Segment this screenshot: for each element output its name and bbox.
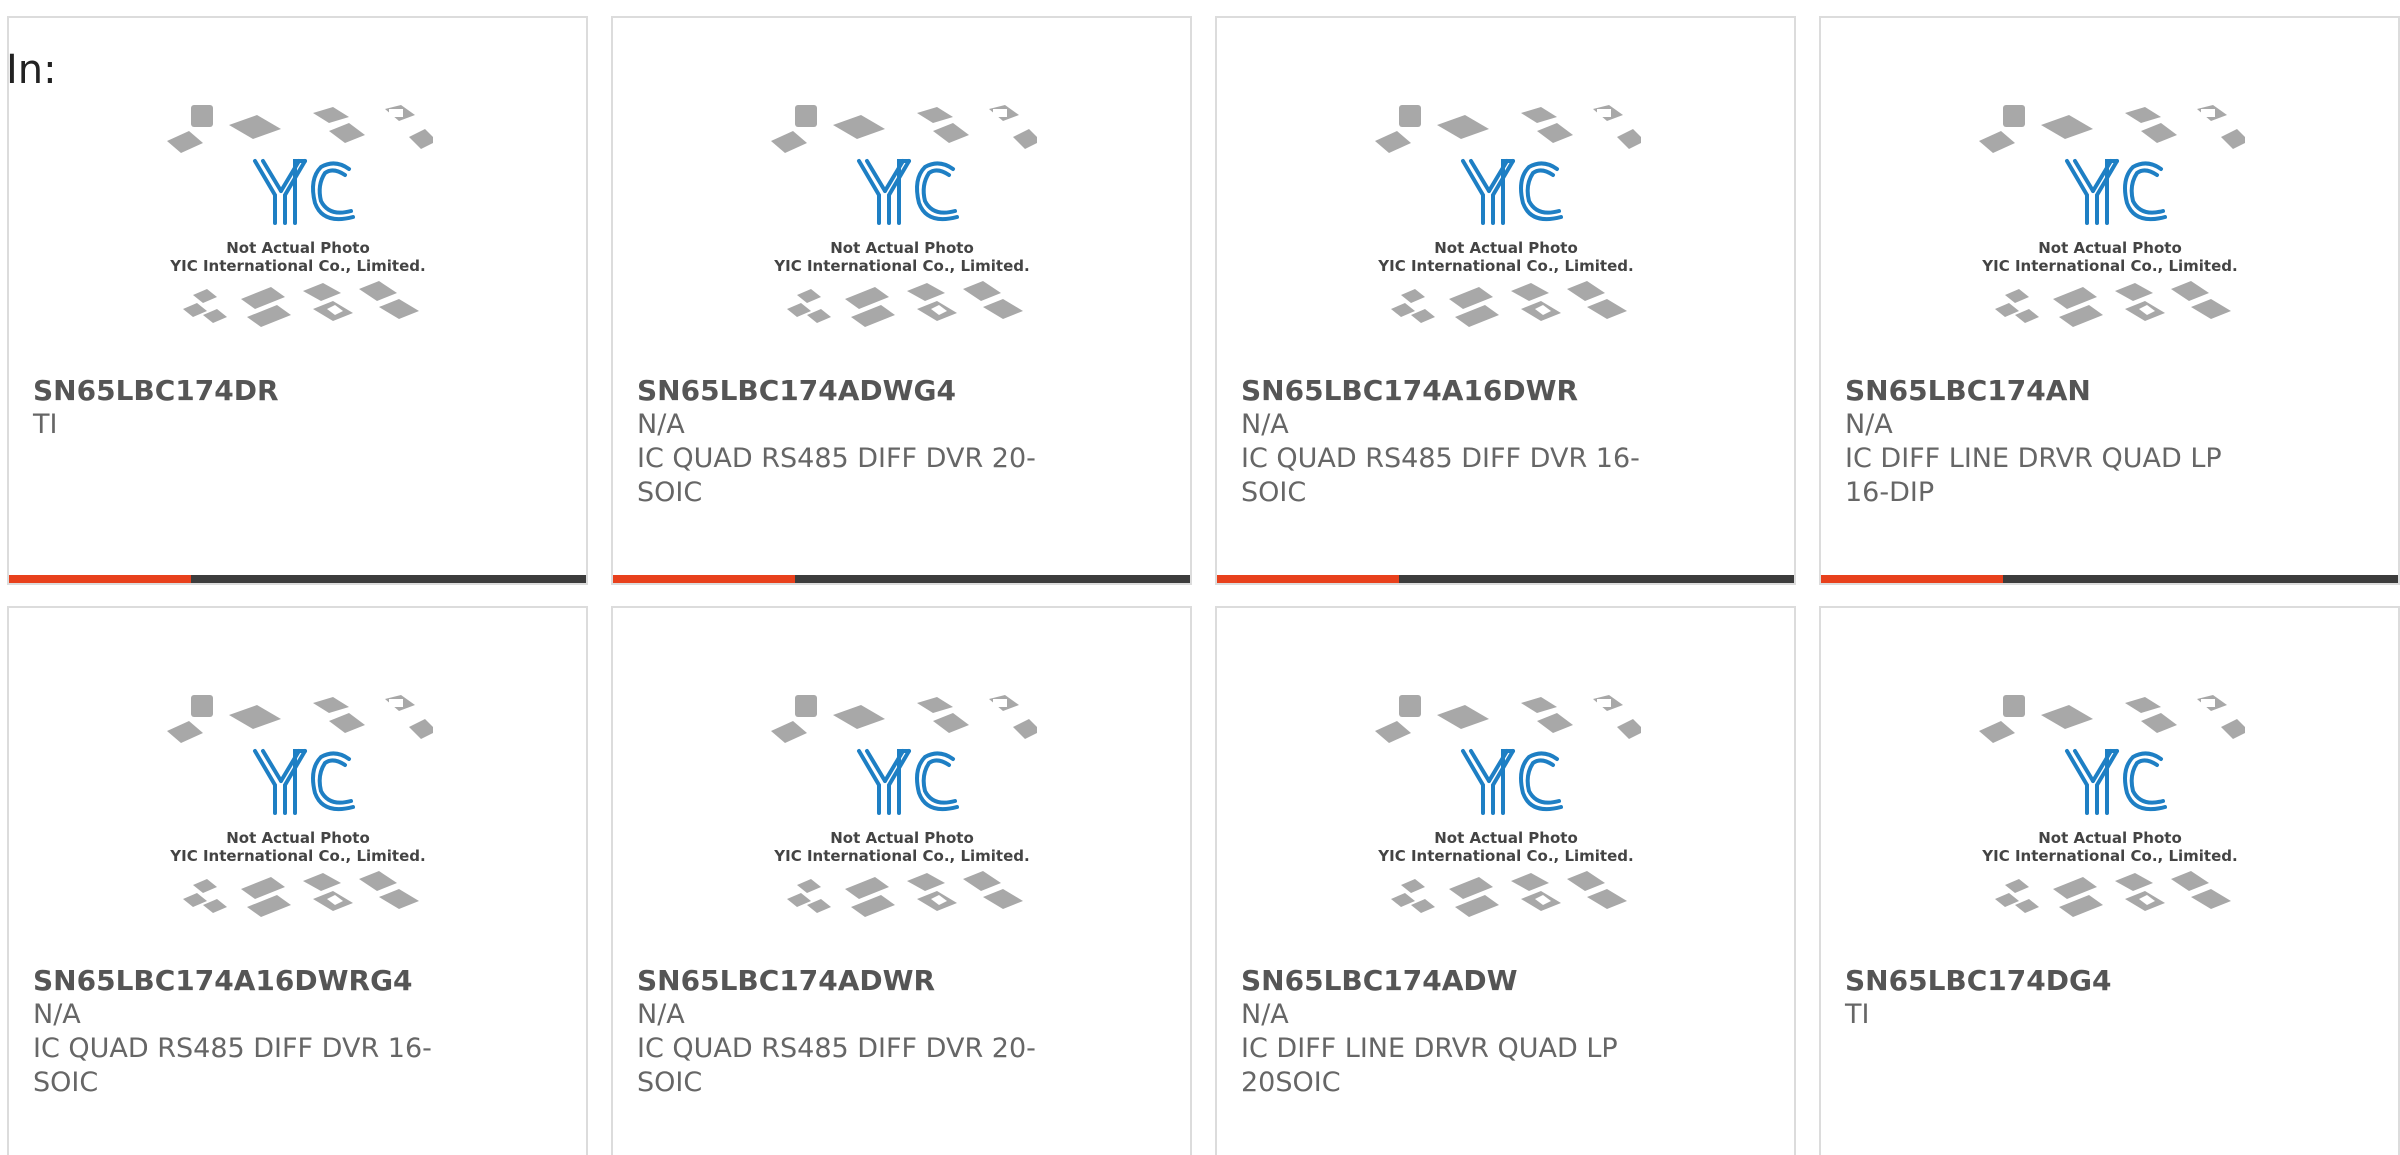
placeholder-product-image: Not Actual Photo YIC International Co., …	[1978, 695, 2245, 917]
product-card[interactable]: Not Actual Photo YIC International Co., …	[1819, 606, 2400, 1155]
placeholder-caption-1: Not Actual Photo	[226, 829, 370, 847]
placeholder-caption-2: YIC International Co., Limited.	[169, 847, 425, 865]
placeholder-caption-1: Not Actual Photo	[830, 829, 974, 847]
placeholder-product-image: Not Actual Photo YIC International Co., …	[1978, 105, 2245, 327]
placeholder-product-image: Not Actual Photo YIC International Co., …	[166, 695, 433, 917]
product-card[interactable]: Not Actual Photo YIC International Co., …	[611, 16, 1192, 585]
placeholder-product-image: Not Actual Photo YIC International Co., …	[770, 105, 1037, 327]
card-footer-bar	[613, 575, 1190, 583]
part-number[interactable]: SN65LBC174A16DWR	[1241, 374, 1641, 408]
product-thumbnail[interactable]: Not Actual Photo YIC International Co., …	[1821, 693, 2398, 953]
part-number[interactable]: SN65LBC174DG4	[1845, 964, 2245, 998]
part-number[interactable]: SN65LBC174A16DWRG4	[33, 964, 433, 998]
part-number[interactable]: SN65LBC174ADW	[1241, 964, 1641, 998]
product-card[interactable]: Not Actual Photo YIC International Co., …	[1215, 16, 1796, 585]
description: IC QUAD RS485 DIFF DVR 16-SOIC	[33, 1033, 432, 1098]
manufacturer: N/A	[1241, 409, 1289, 440]
manufacturer: N/A	[1241, 999, 1289, 1030]
placeholder-caption-2: YIC International Co., Limited.	[773, 847, 1029, 865]
description: IC DIFF LINE DRVR QUAD LP 16-DIP	[1845, 443, 2222, 508]
placeholder-caption-2: YIC International Co., Limited.	[169, 257, 425, 275]
placeholder-product-image: Not Actual Photo YIC International Co., …	[770, 695, 1037, 917]
product-thumbnail[interactable]: Not Actual Photo YIC International Co., …	[613, 693, 1190, 953]
product-card[interactable]: Not Actual Photo YIC International Co., …	[1215, 606, 1796, 1155]
description: IC DIFF LINE DRVR QUAD LP 20SOIC	[1241, 1033, 1618, 1098]
placeholder-caption-1: Not Actual Photo	[1434, 829, 1578, 847]
filter-label: In:	[6, 47, 57, 93]
part-number[interactable]: SN65LBC174AN	[1845, 374, 2245, 408]
placeholder-caption-2: YIC International Co., Limited.	[1981, 847, 2237, 865]
manufacturer: TI	[1845, 999, 1870, 1030]
product-thumbnail[interactable]: Not Actual Photo YIC International Co., …	[9, 103, 586, 363]
card-footer-bar	[1217, 575, 1794, 583]
manufacturer: N/A	[33, 999, 81, 1030]
product-card[interactable]: Not Actual Photo YIC International Co., …	[7, 606, 588, 1155]
card-accent	[1217, 575, 1399, 583]
product-thumbnail[interactable]: Not Actual Photo YIC International Co., …	[1821, 103, 2398, 363]
manufacturer: TI	[33, 409, 58, 440]
placeholder-caption-2: YIC International Co., Limited.	[773, 257, 1029, 275]
placeholder-caption-1: Not Actual Photo	[1434, 239, 1578, 257]
placeholder-caption-1: Not Actual Photo	[2038, 829, 2182, 847]
product-thumbnail[interactable]: Not Actual Photo YIC International Co., …	[9, 693, 586, 953]
product-card[interactable]: Not Actual Photo YIC International Co., …	[1819, 16, 2400, 585]
placeholder-caption-1: Not Actual Photo	[226, 239, 370, 257]
card-footer-bar	[9, 575, 586, 583]
product-thumbnail[interactable]: Not Actual Photo YIC International Co., …	[613, 103, 1190, 363]
part-number[interactable]: SN65LBC174DR	[33, 374, 433, 408]
placeholder-product-image: Not Actual Photo YIC International Co., …	[166, 105, 433, 327]
placeholder-caption-2: YIC International Co., Limited.	[1377, 847, 1633, 865]
card-accent	[9, 575, 191, 583]
placeholder-caption-1: Not Actual Photo	[830, 239, 974, 257]
part-number[interactable]: SN65LBC174ADWG4	[637, 374, 1037, 408]
placeholder-product-image: Not Actual Photo YIC International Co., …	[1374, 105, 1641, 327]
product-card[interactable]: Not Actual Photo YIC International Co., …	[611, 606, 1192, 1155]
placeholder-caption-2: YIC International Co., Limited.	[1377, 257, 1633, 275]
manufacturer: N/A	[637, 999, 685, 1030]
placeholder-caption-2: YIC International Co., Limited.	[1981, 257, 2237, 275]
card-accent	[613, 575, 795, 583]
product-thumbnail[interactable]: Not Actual Photo YIC International Co., …	[1217, 103, 1794, 363]
card-accent	[1821, 575, 2003, 583]
description: IC QUAD RS485 DIFF DVR 16-SOIC	[1241, 443, 1640, 508]
product-thumbnail[interactable]: Not Actual Photo YIC International Co., …	[1217, 693, 1794, 953]
card-footer-bar	[1821, 575, 2398, 583]
part-number[interactable]: SN65LBC174ADWR	[637, 964, 1037, 998]
description: IC QUAD RS485 DIFF DVR 20-SOIC	[637, 1033, 1036, 1098]
manufacturer: N/A	[637, 409, 685, 440]
placeholder-product-image: Not Actual Photo YIC International Co., …	[1374, 695, 1641, 917]
placeholder-caption-1: Not Actual Photo	[2038, 239, 2182, 257]
product-card[interactable]: Not Actual Photo YIC International Co., …	[7, 16, 588, 585]
manufacturer: N/A	[1845, 409, 1893, 440]
description: IC QUAD RS485 DIFF DVR 20-SOIC	[637, 443, 1036, 508]
